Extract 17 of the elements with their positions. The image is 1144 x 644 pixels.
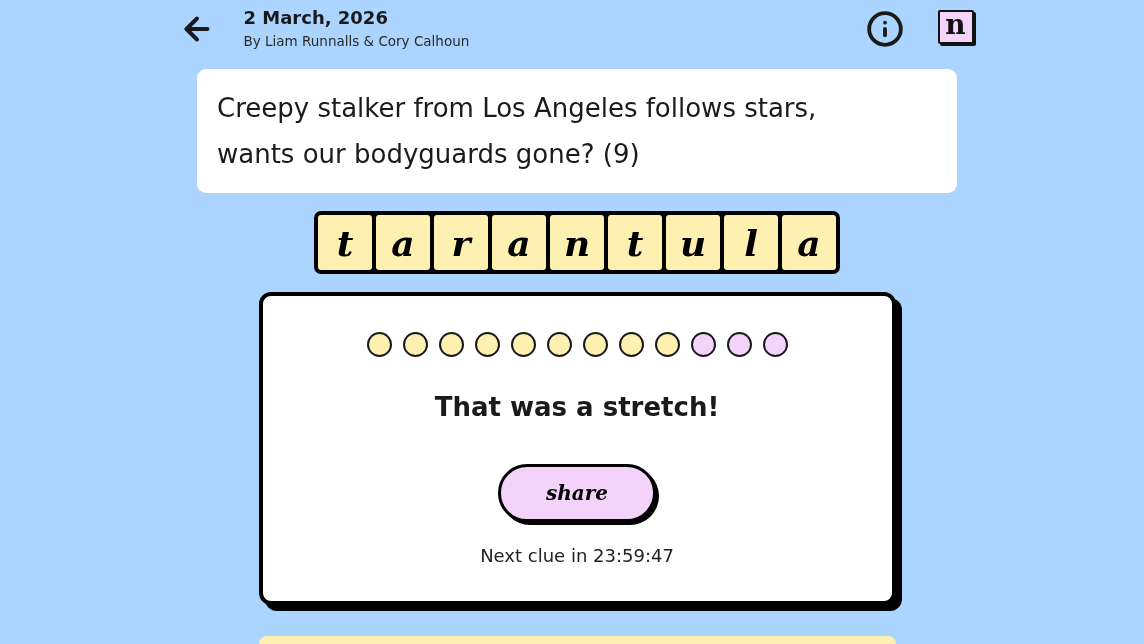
letter-tile: l xyxy=(724,215,778,270)
puzzle-date: 2 March, 2026 xyxy=(243,5,389,30)
letter-tile: a xyxy=(492,215,546,270)
result-message: That was a stretch! xyxy=(434,391,720,424)
clue-text: Creepy stalker from Los Angeles follows stars, wants our bodyguards gone? (9) xyxy=(217,92,818,171)
info-icon[interactable] xyxy=(865,9,904,48)
letter-tile: a xyxy=(376,215,430,270)
letter-tile: u xyxy=(666,215,720,270)
letter-tile: t xyxy=(608,215,662,270)
letter-tile: a xyxy=(782,215,836,270)
next-clue-timer: Next clue in 23:59:47 xyxy=(480,544,674,568)
letter-tile: r xyxy=(434,215,488,270)
letter-tile: n xyxy=(550,215,604,270)
share-button[interactable]: share xyxy=(498,464,656,522)
app-logo[interactable]: n xyxy=(937,9,974,44)
byline: By Liam Runnalls & Cory Calhoun xyxy=(243,31,470,50)
letter-tile: t xyxy=(318,215,372,270)
